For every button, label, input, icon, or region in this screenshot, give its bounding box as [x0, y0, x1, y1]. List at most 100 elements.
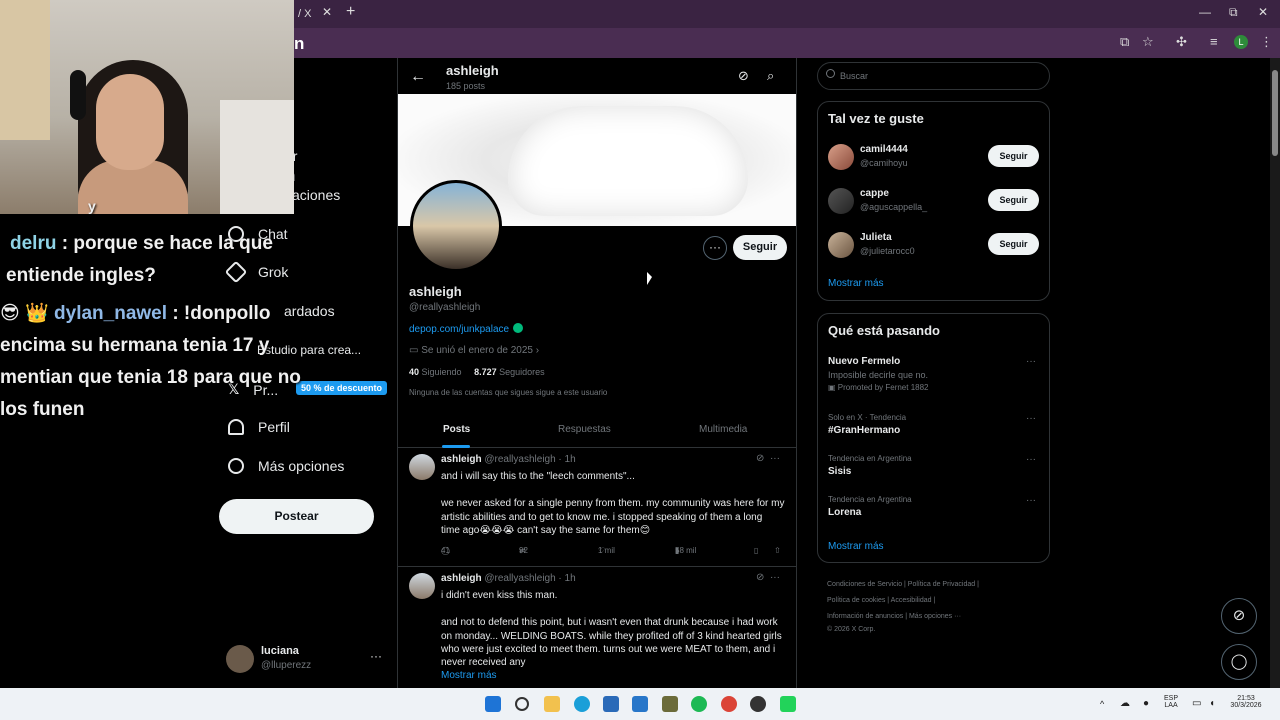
bookmark-icon[interactable]: ▯: [754, 546, 758, 555]
bookmark-star-icon[interactable]: ☆: [1142, 34, 1154, 50]
kick-icon[interactable]: [780, 696, 796, 712]
search-input[interactable]: Buscar: [817, 62, 1050, 90]
minecraft-icon[interactable]: [662, 696, 678, 712]
browser-tab[interactable]: / X: [294, 4, 344, 28]
network-icon[interactable]: ▭: [1192, 698, 1201, 709]
suggestion-item[interactable]: Julieta @julietarocc0 Seguir: [828, 230, 1040, 260]
tweet-text-line: and i will say this to the "leech commen…: [441, 471, 635, 482]
nav-grok[interactable]: Grok: [224, 260, 288, 284]
account-more-icon[interactable]: ···: [370, 649, 382, 663]
obs-icon[interactable]: [750, 696, 766, 712]
new-tab-button[interactable]: +: [346, 3, 355, 21]
follow-button[interactable]: Seguir: [733, 235, 787, 260]
browser-menu-icon[interactable]: ⋮: [1260, 34, 1273, 50]
tweet-avatar[interactable]: [409, 454, 435, 480]
share-icon[interactable]: ⇧: [774, 546, 781, 555]
follow-button[interactable]: Seguir: [988, 233, 1039, 255]
tweet[interactable]: ashleigh @reallyashleigh · 1h ⊘ ··· and …: [398, 450, 796, 567]
restore-button[interactable]: ⧉: [1229, 5, 1238, 20]
windows-start-icon[interactable]: [485, 696, 501, 712]
nav-creator-studio[interactable]: Estudio para crea...: [257, 343, 361, 357]
footer-line[interactable]: Condiciones de Servicio | Política de Pr…: [827, 577, 1037, 593]
search-taskbar-icon[interactable]: [515, 697, 529, 711]
minimize-button[interactable]: —: [1199, 5, 1211, 19]
account-name: luciana: [261, 645, 299, 657]
tweet-avatar[interactable]: [409, 573, 435, 599]
profile-link[interactable]: depop.com/junkpalace: [409, 323, 524, 335]
tweet-more-icon[interactable]: ···: [770, 572, 780, 583]
show-more-link[interactable]: Mostrar más: [441, 669, 791, 683]
post-button[interactable]: Postear: [219, 499, 374, 534]
profile-icon: [228, 419, 244, 435]
trends-show-more[interactable]: Mostrar más: [828, 541, 884, 552]
trend-more-icon[interactable]: ···: [1026, 356, 1036, 367]
nav-more-options[interactable]: Más opciones: [228, 458, 344, 474]
browser-profile-avatar[interactable]: L: [1234, 35, 1248, 49]
spotify-icon[interactable]: [691, 696, 707, 712]
chrome-icon[interactable]: [721, 696, 737, 712]
back-arrow-icon[interactable]: ←: [410, 68, 426, 86]
trend-item[interactable]: Tendencia en Argentina Sisis ···: [828, 454, 1040, 477]
install-app-icon[interactable]: ⧉: [1120, 34, 1129, 50]
address-text[interactable]: n: [294, 34, 304, 54]
clock[interactable]: 21:53 30/3/2026: [1226, 695, 1266, 709]
follow-button[interactable]: Seguir: [988, 145, 1039, 167]
trend-context: Tendencia en Argentina: [828, 454, 912, 463]
grok-icon[interactable]: ⊘: [738, 68, 749, 84]
tweet-header-icons: ⊘ ···: [756, 453, 780, 464]
chat-line: y: [88, 198, 96, 214]
grok-fab-icon[interactable]: ⊘: [1221, 598, 1257, 634]
nav-profile[interactable]: Perfil: [228, 419, 290, 435]
media-control-icon[interactable]: ≡: [1210, 34, 1218, 49]
tab-posts[interactable]: Posts: [443, 424, 470, 435]
extensions-icon[interactable]: ✣: [1176, 34, 1187, 50]
follow-button[interactable]: Seguir: [988, 189, 1039, 211]
badge-icon: 😎 👑: [0, 303, 55, 324]
tray-chevron-icon[interactable]: ^: [1100, 699, 1104, 709]
scrollbar-thumb[interactable]: [1272, 70, 1278, 156]
trend-more-icon[interactable]: ···: [1026, 413, 1036, 424]
trend-more-icon[interactable]: ···: [1026, 454, 1036, 465]
store-icon[interactable]: [603, 696, 619, 712]
trend-item[interactable]: Nuevo Fermelo Imposible decirle que no. …: [828, 356, 1040, 392]
file-explorer-icon[interactable]: [544, 696, 560, 712]
grok-icon[interactable]: ⊘: [756, 453, 764, 464]
suggestions-show-more[interactable]: Mostrar más: [828, 278, 884, 289]
volume-icon[interactable]: ◖: [1209, 698, 1215, 709]
language-indicator[interactable]: ESP LAA: [1164, 695, 1178, 709]
reply-count: 41: [441, 546, 450, 555]
following-link[interactable]: 40 Siguiendo: [409, 367, 462, 377]
close-tab-icon[interactable]: ✕: [322, 5, 332, 19]
footer-line[interactable]: Política de cookies | Accesibilidad |: [827, 593, 1037, 609]
trend-item[interactable]: Solo en X · Tendencia #GranHermano ···: [828, 413, 1040, 436]
suggestion-item[interactable]: camil4444 @camihoyu Seguir: [828, 142, 1040, 172]
grok-icon: [224, 260, 248, 284]
grok-icon[interactable]: ⊘: [756, 572, 764, 583]
mouse-cursor: [647, 272, 652, 285]
search-icon[interactable]: ⌕: [767, 68, 774, 84]
trend-item[interactable]: Tendencia en Argentina Lorena ···: [828, 495, 1040, 518]
tweet-more-icon[interactable]: ···: [770, 453, 780, 464]
footer-line[interactable]: Información de anuncios | Más opciones ·…: [827, 609, 1037, 625]
tab-replies[interactable]: Respuestas: [558, 424, 611, 435]
followers-link[interactable]: 8.727 Seguidores: [474, 367, 545, 377]
edge-icon[interactable]: [574, 696, 590, 712]
profile-more-button[interactable]: ···: [703, 236, 727, 260]
tab-media[interactable]: Multimedia: [699, 424, 747, 435]
webcam-shelf: [0, 0, 50, 140]
messages-fab-icon[interactable]: ◯: [1221, 644, 1257, 680]
nav-bookmarks[interactable]: ardados: [284, 303, 335, 319]
suggestion-handle: @camihoyu: [860, 158, 908, 168]
tray-cloud-icon[interactable]: ☁: [1120, 698, 1130, 709]
outlook-icon[interactable]: [632, 696, 648, 712]
trend-more-icon[interactable]: ···: [1026, 495, 1036, 506]
tweet-author[interactable]: ashleigh: [441, 454, 482, 465]
chat-line: los funen: [0, 399, 84, 421]
profile-avatar[interactable]: [410, 180, 502, 272]
tray-mic-icon[interactable]: ●: [1143, 698, 1149, 709]
tweet-author[interactable]: ashleigh: [441, 573, 482, 584]
close-window-button[interactable]: ✕: [1258, 5, 1268, 19]
tweet[interactable]: ashleigh @reallyashleigh · 1h ⊘ ··· i di…: [398, 569, 796, 688]
profile-link-text[interactable]: depop.com/junkpalace: [409, 324, 509, 335]
suggestion-item[interactable]: cappe @aguscappella_ Seguir: [828, 186, 1040, 216]
